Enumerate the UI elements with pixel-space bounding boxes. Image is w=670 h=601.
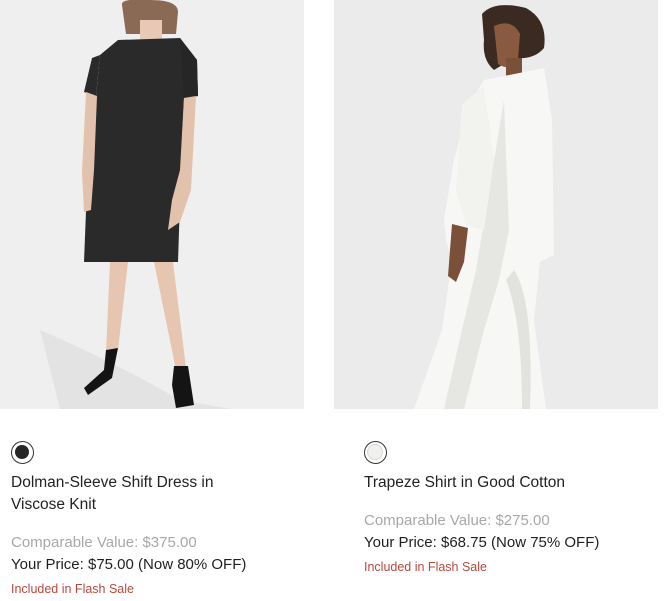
product-image[interactable] <box>334 0 658 409</box>
flash-sale-note: Included in Flash Sale <box>11 582 134 596</box>
swatch-dot <box>15 445 29 459</box>
product-photo-dress <box>0 0 304 409</box>
flash-sale-note: Included in Flash Sale <box>364 560 487 574</box>
product-card[interactable]: Dolman-Sleeve Shift Dress in Viscose Kni… <box>0 0 304 596</box>
product-title[interactable]: Trapeze Shirt in Good Cotton <box>364 472 644 494</box>
product-title[interactable]: Dolman-Sleeve Shift Dress in Viscose Kni… <box>11 472 261 516</box>
product-card[interactable]: Trapeze Shirt in Good Cotton Comparable … <box>334 0 658 574</box>
comparable-value: Comparable Value: $275.00 <box>364 512 550 529</box>
color-swatch-white[interactable] <box>364 441 387 464</box>
your-price: Your Price: $68.75 (Now 75% OFF) <box>364 534 600 551</box>
product-photo-shirt <box>334 0 658 409</box>
comparable-value: Comparable Value: $375.00 <box>11 534 197 551</box>
product-image[interactable] <box>0 0 304 409</box>
color-swatch-black[interactable] <box>11 441 34 464</box>
your-price: Your Price: $75.00 (Now 80% OFF) <box>11 556 247 573</box>
product-grid: Dolman-Sleeve Shift Dress in Viscose Kni… <box>0 0 670 601</box>
swatch-dot <box>367 444 383 460</box>
